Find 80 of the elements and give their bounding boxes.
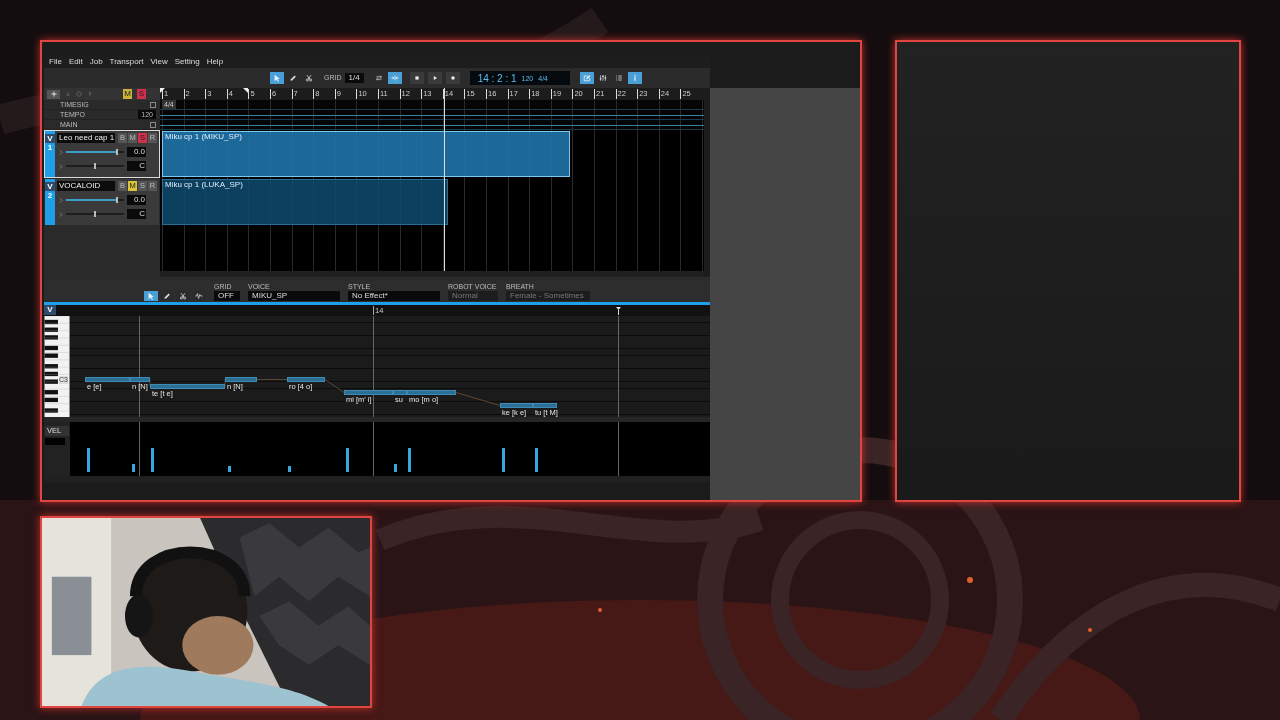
sliders-icon bbox=[598, 74, 607, 82]
header-toggle-button[interactable]: M bbox=[123, 89, 132, 99]
play-button[interactable] bbox=[427, 72, 442, 84]
velocity-bar[interactable] bbox=[132, 464, 135, 472]
info-panel-button[interactable] bbox=[627, 72, 642, 84]
velocity-bar[interactable] bbox=[87, 448, 90, 472]
position-readout: 14 : 2 : 1 bbox=[477, 72, 517, 84]
dropdown[interactable]: OFF bbox=[214, 291, 240, 301]
track-type-label: V bbox=[45, 182, 55, 191]
snap-button[interactable] bbox=[387, 72, 402, 84]
dropdown[interactable]: No Effect* bbox=[348, 291, 440, 301]
list-icon bbox=[614, 74, 623, 82]
cursor-icon bbox=[273, 74, 281, 82]
stop-icon bbox=[412, 74, 421, 82]
loop-end-icon[interactable] bbox=[243, 88, 248, 93]
cursor-icon bbox=[147, 292, 155, 300]
grid-dropdown[interactable]: 1/4 bbox=[344, 73, 364, 83]
scissors-icon bbox=[305, 74, 313, 82]
note[interactable] bbox=[407, 390, 456, 395]
end-marker-icon[interactable] bbox=[616, 307, 621, 315]
wave-icon bbox=[195, 292, 203, 300]
velocity-bar[interactable] bbox=[346, 448, 349, 472]
track-type-label: V bbox=[45, 134, 55, 143]
edit-panel-button[interactable] bbox=[579, 72, 594, 84]
part-title: Miku cp 1 (MIKU_SP) bbox=[164, 132, 243, 142]
track-number: 2 bbox=[47, 191, 53, 200]
note[interactable] bbox=[225, 377, 257, 382]
volume-readout: 0.0 bbox=[127, 195, 146, 205]
stop-button[interactable] bbox=[409, 72, 424, 84]
note[interactable] bbox=[533, 403, 557, 408]
pencil-icon bbox=[163, 292, 171, 300]
velocity-lane[interactable] bbox=[70, 422, 710, 476]
dropdown[interactable]: MIKU_SP bbox=[248, 291, 340, 301]
menu-item[interactable]: Job bbox=[89, 57, 103, 67]
pan-readout: C bbox=[127, 161, 146, 171]
velocity-bar[interactable] bbox=[502, 448, 505, 472]
pencil-icon bbox=[289, 74, 297, 82]
pan-readout: C bbox=[127, 209, 146, 219]
track-name-field[interactable]: VOCALOID bbox=[57, 181, 115, 191]
vocal-part[interactable]: Miku cp 1 (MIKU_SP) bbox=[162, 131, 570, 177]
scissors-icon bbox=[179, 292, 187, 300]
note[interactable] bbox=[287, 377, 325, 382]
down-arrow-icon[interactable] bbox=[65, 91, 71, 97]
velocity-bar[interactable] bbox=[394, 464, 397, 472]
velocity-bar[interactable] bbox=[151, 448, 154, 472]
plus-icon bbox=[50, 91, 57, 97]
track-name-field[interactable]: Leo need cap 1 bbox=[57, 133, 115, 143]
track-type-badge: V bbox=[44, 305, 56, 315]
checkbox[interactable] bbox=[150, 101, 156, 108]
track-number: 1 bbox=[47, 143, 53, 152]
velocity-bar[interactable] bbox=[288, 466, 291, 472]
lane-value-field[interactable] bbox=[45, 438, 65, 445]
note[interactable] bbox=[150, 384, 225, 389]
record-icon bbox=[448, 74, 457, 82]
edit-icon bbox=[582, 74, 591, 82]
checkbox[interactable] bbox=[150, 121, 156, 128]
clock-icon[interactable] bbox=[76, 91, 82, 97]
note[interactable] bbox=[500, 403, 533, 408]
note[interactable] bbox=[393, 390, 407, 395]
volume-readout: 0.0 bbox=[127, 147, 146, 157]
menu-item[interactable]: View bbox=[150, 57, 168, 67]
velocity-bar[interactable] bbox=[535, 448, 538, 472]
part-title: Miku cp 1 (LUKA_SP) bbox=[164, 180, 244, 190]
menu-item[interactable]: Setting bbox=[174, 57, 200, 67]
pin-icon[interactable] bbox=[87, 91, 93, 97]
record-button[interactable] bbox=[445, 72, 460, 84]
note[interactable] bbox=[85, 377, 130, 382]
empty-track-area[interactable] bbox=[160, 226, 704, 271]
loop-icon bbox=[374, 74, 383, 82]
menu-item[interactable]: Help bbox=[206, 57, 224, 67]
note[interactable] bbox=[130, 377, 150, 382]
menu-item[interactable]: Transport bbox=[109, 57, 144, 67]
menu-item[interactable]: File bbox=[49, 57, 62, 67]
velocity-bar[interactable] bbox=[408, 448, 411, 472]
piano-keyboard-drawing[interactable] bbox=[44, 316, 70, 417]
snap-icon bbox=[390, 74, 399, 82]
note[interactable] bbox=[344, 390, 393, 395]
vocal-part[interactable]: Miku cp 1 (LUKA_SP) bbox=[162, 179, 448, 225]
menu-item[interactable]: Edit bbox=[68, 57, 83, 67]
velocity-bar[interactable] bbox=[228, 466, 231, 472]
